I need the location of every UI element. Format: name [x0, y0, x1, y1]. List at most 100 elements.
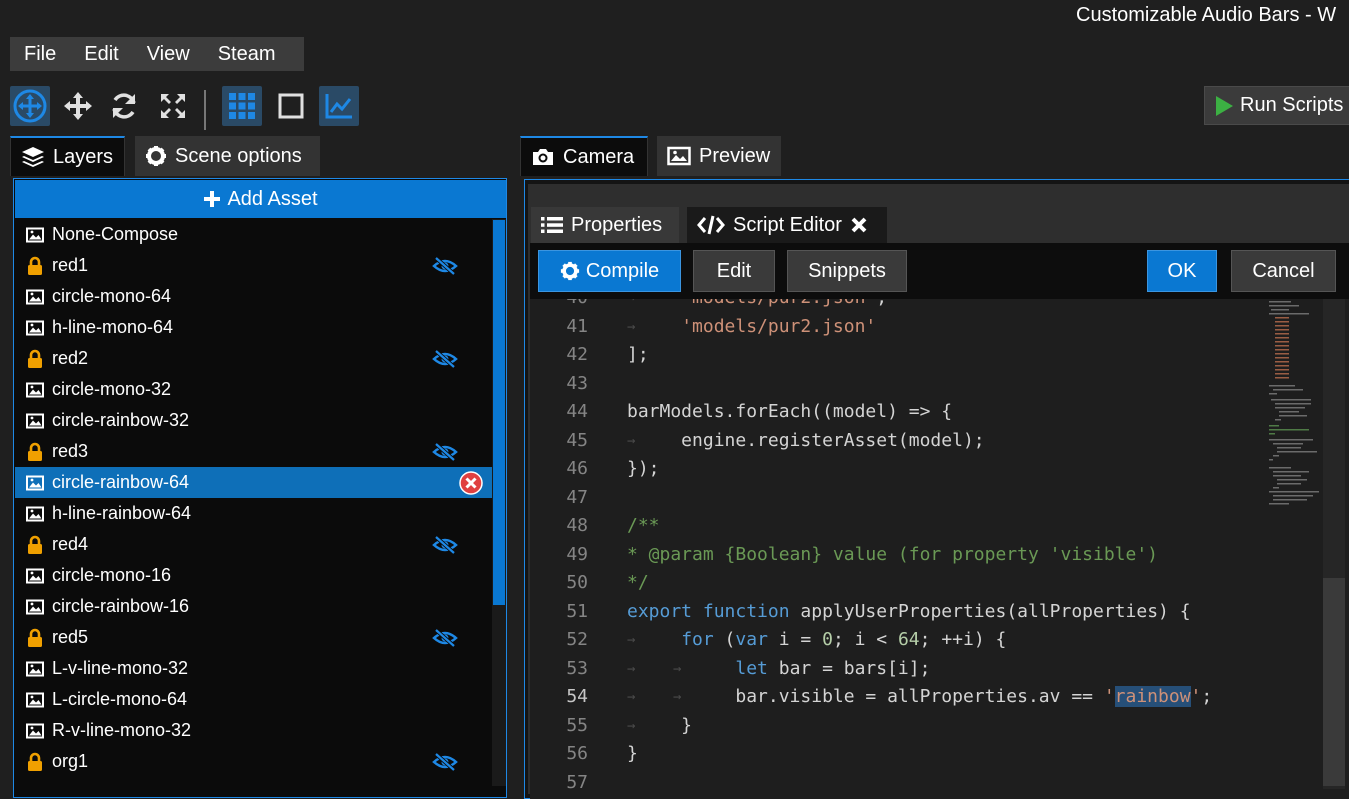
move-button[interactable]: [58, 86, 98, 126]
layer-row[interactable]: red5: [15, 622, 492, 653]
visibility-toggle[interactable]: [432, 350, 458, 368]
layer-row[interactable]: circle-mono-64: [15, 281, 492, 312]
layer-row[interactable]: None-Compose: [15, 219, 492, 250]
window-title: Customizable Audio Bars - W: [1076, 4, 1337, 26]
snippets-label: Snippets: [808, 259, 886, 282]
layer-row[interactable]: circle-mono-16: [15, 560, 492, 591]
layer-row[interactable]: circle-mono-32: [15, 374, 492, 405]
image-icon: [26, 289, 44, 304]
grid-button[interactable]: [222, 86, 262, 126]
image-icon-wrap: [24, 382, 46, 398]
sync-icon: [112, 93, 136, 119]
menu-steam[interactable]: Steam: [204, 37, 290, 71]
layer-row[interactable]: red1: [15, 250, 492, 281]
layer-name: red1: [52, 255, 89, 275]
layer-name: circle-mono-64: [52, 286, 172, 306]
editor-scrollbar-thumb[interactable]: [1323, 578, 1345, 786]
lock-icon-wrap: [24, 442, 46, 462]
layers-icon: [22, 147, 44, 167]
layer-name: circle-mono-32: [52, 379, 172, 399]
expand-button[interactable]: [153, 86, 193, 126]
run-scripts-button[interactable]: Run Scripts: [1204, 86, 1349, 125]
code-editor[interactable]: 40→ 'models/pur2.json',41→ 'models/pur2.…: [530, 299, 1349, 799]
layer-row[interactable]: R-v-line-mono-32: [15, 715, 492, 746]
close-icon[interactable]: [850, 216, 868, 234]
tab-script-editor[interactable]: Script Editor: [687, 207, 887, 243]
code-line: bar.visible = allProperties.av == 'rainb…: [627, 686, 1213, 707]
layer-name: circle-rainbow-16: [52, 596, 190, 616]
layer-row[interactable]: circle-rainbow-16: [15, 591, 492, 622]
visibility-toggle[interactable]: [432, 257, 458, 275]
line-number: 43: [566, 372, 588, 394]
eye-slash-icon[interactable]: [432, 257, 458, 275]
code-line: * @param {Boolean} value (for property '…: [627, 543, 1159, 565]
tab-scene-options-label: Scene options: [175, 144, 302, 167]
ok-button[interactable]: OK: [1147, 250, 1217, 292]
layer-name: circle-rainbow-64: [52, 472, 190, 492]
visibility-toggle[interactable]: [432, 443, 458, 461]
tab-scene-options[interactable]: Scene options: [135, 136, 320, 176]
eye-slash-icon[interactable]: [432, 443, 458, 461]
image-icon: [667, 146, 691, 166]
layer-row[interactable]: L-v-line-mono-32: [15, 653, 492, 684]
image-icon-wrap: [24, 568, 46, 584]
remove-icon[interactable]: [459, 471, 483, 495]
eye-slash-icon[interactable]: [432, 753, 458, 771]
add-asset-label: Add Asset: [227, 187, 318, 210]
line-number: 56: [566, 743, 588, 764]
visibility-toggle[interactable]: [432, 536, 458, 554]
image-icon: [26, 506, 44, 521]
menu-bar: File Edit View Steam: [10, 37, 304, 71]
grid-icon: [229, 93, 255, 119]
layer-row[interactable]: L-circle-mono-64: [15, 684, 492, 715]
layer-row[interactable]: h-line-mono-64: [15, 312, 492, 343]
tab-camera[interactable]: Camera: [520, 136, 648, 176]
layer-row[interactable]: circle-rainbow-32: [15, 405, 492, 436]
square-button[interactable]: [271, 86, 311, 126]
layer-name: red5: [52, 627, 89, 647]
layer-row[interactable]: red2: [15, 343, 492, 374]
add-asset-button[interactable]: Add Asset: [15, 180, 506, 218]
lock-icon: [28, 256, 42, 275]
tab-preview-label: Preview: [699, 144, 771, 167]
code-line: }: [627, 743, 638, 764]
layer-row[interactable]: h-line-rainbow-64: [15, 498, 492, 529]
line-number: 47: [566, 486, 588, 508]
image-icon: [26, 723, 44, 738]
menu-file[interactable]: File: [10, 37, 70, 71]
visibility-toggle[interactable]: [432, 753, 458, 771]
layer-row[interactable]: red3: [15, 436, 492, 467]
tab-preview[interactable]: Preview: [657, 136, 781, 176]
layer-row[interactable]: org1: [15, 746, 492, 777]
layer-row[interactable]: circle-rainbow-64: [15, 467, 492, 498]
lock-icon: [28, 349, 42, 368]
tab-properties[interactable]: Properties: [531, 207, 679, 243]
menu-view[interactable]: View: [133, 37, 204, 71]
remove-layer-button[interactable]: [459, 471, 483, 495]
layer-name: h-line-mono-64: [52, 317, 174, 337]
plus-icon: [204, 191, 221, 207]
cancel-button[interactable]: Cancel: [1231, 250, 1336, 292]
visibility-toggle[interactable]: [432, 629, 458, 647]
snippets-button[interactable]: Snippets: [787, 250, 907, 292]
line-number: 42: [566, 344, 588, 365]
line-number: 52: [566, 629, 588, 650]
edit-button[interactable]: Edit: [693, 250, 775, 292]
crosshair-move-button[interactable]: [10, 86, 50, 126]
eye-slash-icon[interactable]: [432, 350, 458, 368]
layer-name: red2: [52, 348, 89, 368]
code-line: engine.registerAsset(model);: [627, 429, 985, 451]
eye-slash-icon[interactable]: [432, 629, 458, 647]
layer-row[interactable]: red4: [15, 529, 492, 560]
layers-scrollbar-thumb[interactable]: [493, 220, 505, 605]
image-icon-wrap: [24, 227, 46, 243]
sync-button[interactable]: [104, 86, 144, 126]
compile-button[interactable]: Compile: [538, 250, 681, 292]
editor-minimap[interactable]: [1265, 299, 1325, 519]
image-icon: [26, 599, 44, 614]
tab-layers[interactable]: Layers: [10, 136, 125, 176]
chart-button[interactable]: [319, 86, 359, 126]
eye-slash-icon[interactable]: [432, 536, 458, 554]
menu-edit[interactable]: Edit: [70, 37, 132, 71]
image-icon-wrap: [24, 320, 46, 336]
